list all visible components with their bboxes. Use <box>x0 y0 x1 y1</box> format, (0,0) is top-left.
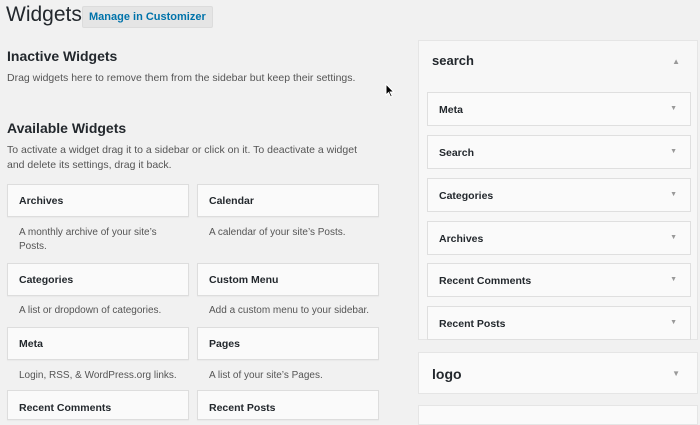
widget-description-line: A list or dropdown of categories. <box>19 305 162 316</box>
available-widgets-description-line1: To activate a widget drag it to a sideba… <box>7 144 357 156</box>
sidebar-title: search <box>432 53 474 68</box>
widget-meta[interactable]: Meta <box>7 327 189 360</box>
arrow-down-icon[interactable]: ▼ <box>670 234 677 241</box>
widget-title: Calendar <box>209 195 254 207</box>
sidebar-widget-label: Meta <box>439 104 463 116</box>
sidebar-search[interactable]: search ▲ Meta ▼ Search ▼ Categories ▼ Ar… <box>418 40 698 340</box>
manage-in-customizer-button[interactable]: Manage in Customizer <box>82 6 213 28</box>
widget-description-line: Add a custom menu to your sidebar. <box>209 305 370 316</box>
sidebar-widget-label: Archives <box>439 233 484 245</box>
widget-title: Meta <box>19 338 43 350</box>
widget-description-line: Posts. <box>19 241 47 252</box>
sidebar-widget-categories[interactable]: Categories ▼ <box>427 178 691 212</box>
widget-title: Recent Posts <box>209 402 276 414</box>
widget-calendar[interactable]: Calendar <box>197 184 379 217</box>
sidebar-widget-recent-comments[interactable]: Recent Comments ▼ <box>427 263 691 297</box>
arrow-up-icon[interactable]: ▲ <box>672 57 680 66</box>
sidebar-title: logo <box>432 366 462 382</box>
widget-description-line: A list of your site’s Pages. <box>209 370 323 381</box>
sidebar-widget-recent-posts[interactable]: Recent Posts ▼ <box>427 306 691 340</box>
widget-description-line: Login, RSS, & WordPress.org links. <box>19 370 177 381</box>
widget-description: Add a custom menu to your sidebar. <box>209 304 391 318</box>
widget-pages[interactable]: Pages <box>197 327 379 360</box>
inactive-widgets-description: Drag widgets here to remove them from th… <box>7 72 356 84</box>
widget-recent-comments[interactable]: Recent Comments <box>7 390 189 420</box>
page-title: Widgets <box>6 3 82 26</box>
arrow-down-icon[interactable]: ▼ <box>672 369 680 378</box>
sidebar-next[interactable] <box>418 405 698 425</box>
widget-title: Archives <box>19 195 64 207</box>
inactive-widgets-title: Inactive Widgets <box>7 48 118 64</box>
widget-description: A list of your site’s Pages. <box>209 369 391 383</box>
widget-description-line: A monthly archive of your site’s <box>19 227 157 238</box>
available-widgets-description-line2: and delete its settings, drag it back. <box>7 159 172 171</box>
widget-recent-posts[interactable]: Recent Posts <box>197 390 379 420</box>
arrow-down-icon[interactable]: ▼ <box>670 148 677 155</box>
widget-description-line: A calendar of your site’s Posts. <box>209 227 346 238</box>
arrow-down-icon[interactable]: ▼ <box>670 276 677 283</box>
sidebar-widget-label: Search <box>439 147 475 159</box>
mouse-pointer-icon <box>385 83 395 98</box>
sidebar-widget-search[interactable]: Search ▼ <box>427 135 691 169</box>
arrow-down-icon[interactable]: ▼ <box>670 191 677 198</box>
sidebar-logo[interactable]: logo ▼ <box>418 352 698 394</box>
widget-description: Login, RSS, & WordPress.org links. <box>19 369 201 383</box>
widget-title: Pages <box>209 338 240 350</box>
arrow-down-icon[interactable]: ▼ <box>670 105 677 112</box>
widget-description: A list or dropdown of categories. <box>19 304 201 318</box>
widget-description: A monthly archive of your site’s Posts. <box>19 226 201 254</box>
widget-categories[interactable]: Categories <box>7 263 189 296</box>
widget-title: Custom Menu <box>209 274 279 286</box>
sidebar-widget-archives[interactable]: Archives ▼ <box>427 221 691 255</box>
widget-custom-menu[interactable]: Custom Menu <box>197 263 379 296</box>
arrow-down-icon[interactable]: ▼ <box>670 319 677 326</box>
sidebar-widget-label: Recent Comments <box>439 275 532 287</box>
widget-title: Recent Comments <box>19 402 112 414</box>
widget-description: A calendar of your site’s Posts. <box>209 226 391 240</box>
sidebar-widget-label: Categories <box>439 190 494 202</box>
widget-title: Categories <box>19 274 74 286</box>
sidebar-widget-label: Recent Posts <box>439 318 506 330</box>
sidebar-widget-meta[interactable]: Meta ▼ <box>427 92 691 126</box>
widget-archives[interactable]: Archives <box>7 184 189 217</box>
available-widgets-title: Available Widgets <box>7 120 127 136</box>
